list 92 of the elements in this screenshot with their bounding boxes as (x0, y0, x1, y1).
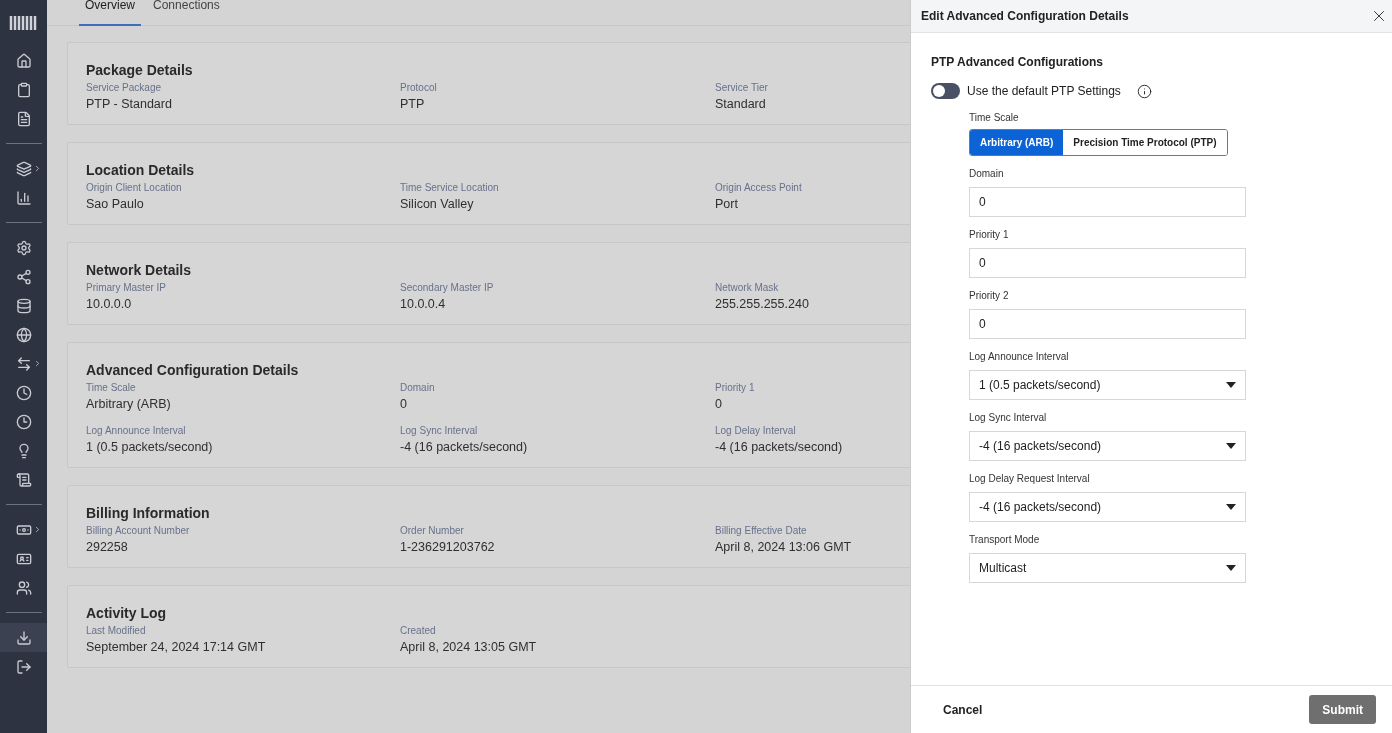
card-title: Advanced Configuration Details (86, 361, 299, 379)
document-icon (15, 471, 32, 488)
select-field[interactable]: -4 (16 packets/second) (969, 492, 1246, 522)
card-title: Activity Log (86, 604, 167, 622)
field-label: Priority 2 (969, 289, 1009, 303)
card-title: Package Details (86, 61, 193, 79)
field-label: Order Number (400, 524, 464, 537)
globe-icon (15, 326, 32, 343)
field-label: Origin Access Point (715, 181, 802, 194)
clipboard-icon (15, 81, 32, 98)
field-label: Time Scale (86, 381, 136, 394)
toggle-label: Use the default PTP Settings (967, 83, 1121, 100)
field-value: 0 (715, 396, 722, 412)
select-field[interactable]: -4 (16 packets/second) (969, 431, 1246, 461)
clock-icon (15, 384, 32, 401)
field-value: 1-236291203762 (400, 539, 495, 555)
gear-icon (15, 239, 32, 256)
field-label: Time Scale (969, 111, 1019, 125)
field-label: Network Mask (715, 281, 779, 294)
download-icon (15, 629, 32, 646)
field-label: Log Delay Interval (715, 424, 796, 437)
drawer-title: Edit Advanced Configuration Details (921, 8, 1129, 25)
card-title: Network Details (86, 261, 192, 279)
field-value: -4 (16 packets/second) (715, 439, 843, 455)
field-value: Port (715, 196, 738, 212)
field-label: Last Modified (86, 624, 146, 637)
field-value: April 8, 2024 13:05 GMT (400, 639, 537, 655)
field-label: Created (400, 624, 436, 637)
input-field[interactable]: 0 (969, 187, 1246, 217)
field-label: Priority 1 (969, 228, 1009, 242)
dropdown-caret-icon (1226, 443, 1236, 449)
field-label: Secondary Master IP (400, 281, 494, 294)
field-label: Domain (400, 381, 435, 394)
database-icon (15, 297, 32, 314)
layers-icon (15, 160, 32, 177)
field-label: Billing Effective Date (715, 524, 807, 537)
field-value: Sao Paulo (86, 196, 144, 212)
info-icon[interactable] (1136, 83, 1152, 99)
share-icon (15, 268, 32, 285)
field-value: 0 (400, 396, 407, 412)
dropdown-caret-icon (1226, 382, 1236, 388)
field-value: 1 (0.5 packets/second) (86, 439, 213, 455)
section-title: PTP Advanced Configurations (931, 54, 1104, 71)
field-label: Transport Mode (969, 533, 1040, 547)
field-value: Silicon Valley (400, 196, 474, 212)
users-icon (15, 579, 32, 596)
input-field[interactable]: 0 (969, 309, 1246, 339)
cancel-button[interactable]: Cancel (943, 700, 983, 719)
field-value: Arbitrary (ARB) (86, 396, 171, 412)
field-label: Domain (969, 167, 1004, 181)
home-icon (15, 52, 32, 69)
document-icon (15, 110, 32, 127)
field-label: Log Announce Interval (969, 350, 1069, 364)
tab[interactable]: Connections (147, 0, 226, 26)
field-value: 292258 (86, 539, 128, 555)
field-label: Service Package (86, 81, 162, 94)
card-title: Billing Information (86, 504, 210, 522)
field-value: 10.0.0.0 (86, 296, 132, 312)
field-value: PTP - Standard (86, 96, 172, 112)
field-value: 10.0.0.4 (400, 296, 446, 312)
field-label: Service Tier (715, 81, 768, 94)
field-value: -4 (16 packets/second) (400, 439, 528, 455)
field-value: April 8, 2024 13:06 GMT (715, 539, 852, 555)
field-label: Protocol (400, 81, 437, 94)
field-value: PTP (400, 96, 425, 112)
submit-button[interactable]: Submit (1309, 695, 1376, 724)
field-label: Billing Account Number (86, 524, 190, 537)
segment-option[interactable]: Arbitrary (ARB) (970, 130, 1064, 155)
sidebar-item[interactable] (0, 623, 47, 652)
field-label: Priority 1 (715, 381, 755, 394)
toggle-switch[interactable] (931, 83, 960, 99)
field-label: Log Sync Interval (400, 424, 478, 437)
field-label: Primary Master IP (86, 281, 166, 294)
chart-icon (15, 189, 32, 206)
card-title: Location Details (86, 161, 195, 179)
field-label: Time Service Location (400, 181, 499, 194)
field-value: Standard (715, 96, 766, 112)
tab[interactable]: Overview (79, 0, 141, 26)
field-label: Log Delay Request Interval (969, 472, 1090, 486)
field-label: Log Announce Interval (86, 424, 186, 437)
field-label: Origin Client Location (86, 181, 182, 194)
field-label: Log Sync Interval (969, 411, 1047, 425)
logout-icon (15, 658, 32, 675)
swap-icon (15, 355, 32, 372)
field-value: 255.255.255.240 (715, 296, 809, 312)
clock-icon (15, 413, 32, 430)
input-field[interactable]: 0 (969, 248, 1246, 278)
dropdown-caret-icon (1226, 504, 1236, 510)
select-field[interactable]: 1 (0.5 packets/second) (969, 370, 1246, 400)
dropdown-caret-icon (1226, 565, 1236, 571)
select-field[interactable]: Multicast (969, 553, 1246, 583)
field-value: September 24, 2024 17:14 GMT (86, 639, 266, 655)
